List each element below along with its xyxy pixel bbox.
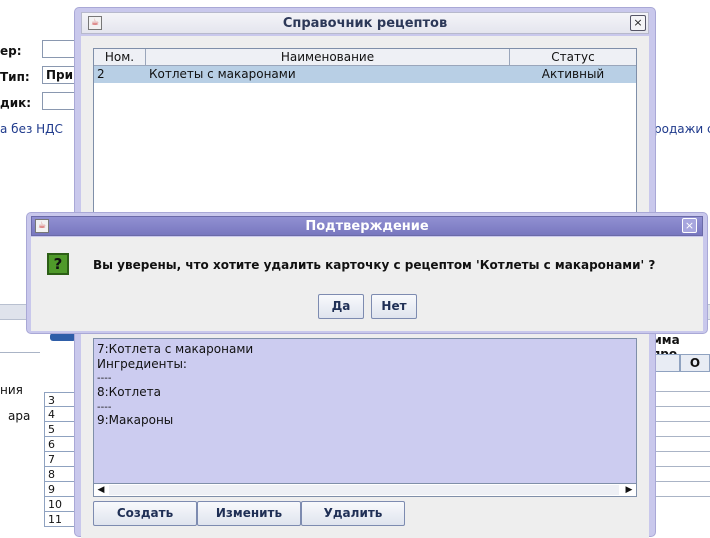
row-line (654, 406, 710, 407)
row-line (654, 451, 710, 452)
list-item: ара (8, 409, 31, 423)
recipes-window-titlebar[interactable]: ☕ Справочник рецептов × (81, 12, 649, 34)
column-header-name[interactable]: Наименование (146, 49, 510, 66)
sales-link[interactable]: родажи с (654, 122, 710, 136)
row-name-cell: Котлеты с макаронами (149, 67, 296, 81)
scroll-right-icon[interactable]: ▶ (622, 484, 636, 496)
row-line (654, 481, 710, 482)
confirm-dialog-body: ? Вы уверены, что хотите удалить карточк… (31, 237, 703, 331)
confirm-dialog: ☕ Подтверждение × ? Вы уверены, что хоти… (26, 212, 708, 334)
no-vat-link[interactable]: а без НДС (0, 122, 63, 136)
number-field[interactable] (42, 40, 76, 58)
row-number-cell: 2 (97, 67, 105, 81)
detail-line: ---- (97, 373, 112, 384)
type-label: Тип: (0, 70, 30, 84)
recipes-window-title: Справочник рецептов (282, 16, 448, 31)
detail-line: Ингредиенты: (97, 357, 187, 371)
row-line (654, 496, 710, 497)
confirm-dialog-title: Подтверждение (305, 219, 429, 234)
recipes-table[interactable]: Ном. Наименование Статус 2 Котлеты с мак… (93, 48, 637, 223)
row-status-cell: Активный (541, 67, 605, 81)
detail-line: 7:Котлета с макаронами (97, 342, 254, 356)
divider (0, 352, 40, 353)
edit-button[interactable]: Изменить (197, 501, 301, 526)
yes-button[interactable]: Да (318, 294, 364, 319)
create-button[interactable]: Создать (93, 501, 197, 526)
row-line (654, 436, 710, 437)
recipe-detail-area[interactable]: 7:Котлета с макаронами Ингредиенты: ----… (93, 338, 637, 484)
scroll-left-icon[interactable]: ◀ (94, 484, 108, 496)
close-icon[interactable]: × (682, 218, 697, 233)
delete-button[interactable]: Удалить (301, 501, 405, 526)
column-header-status[interactable]: Статус (510, 49, 636, 66)
right-col-header[interactable]: О (680, 354, 710, 372)
scroll-thumb[interactable] (109, 485, 619, 495)
no-button[interactable]: Нет (371, 294, 417, 319)
confirm-message: Вы уверены, что хотите удалить карточку … (93, 258, 656, 272)
type-select[interactable]: При (42, 66, 76, 84)
row-line (654, 421, 710, 422)
right-col-header[interactable] (654, 354, 680, 372)
confirm-dialog-titlebar[interactable]: ☕ Подтверждение × (31, 216, 703, 236)
detail-line: ---- (97, 402, 112, 413)
column-header-number[interactable]: Ном. (94, 49, 146, 66)
number-label: ер: (0, 44, 22, 58)
detail-line: 9:Макароны (97, 413, 174, 427)
row-line (654, 391, 710, 392)
question-icon: ? (47, 253, 69, 275)
horizontal-scrollbar[interactable]: ◀ ▶ (93, 483, 637, 497)
supplier-field[interactable] (42, 92, 76, 110)
background-tab[interactable] (50, 333, 76, 341)
detail-line: 8:Котлета (97, 385, 161, 399)
supplier-label: дик: (0, 96, 32, 110)
list-item: ния (0, 383, 23, 397)
close-icon[interactable]: × (630, 15, 646, 31)
row-line (654, 466, 710, 467)
table-row[interactable]: 2 Котлеты с макаронами Активный (94, 66, 636, 83)
